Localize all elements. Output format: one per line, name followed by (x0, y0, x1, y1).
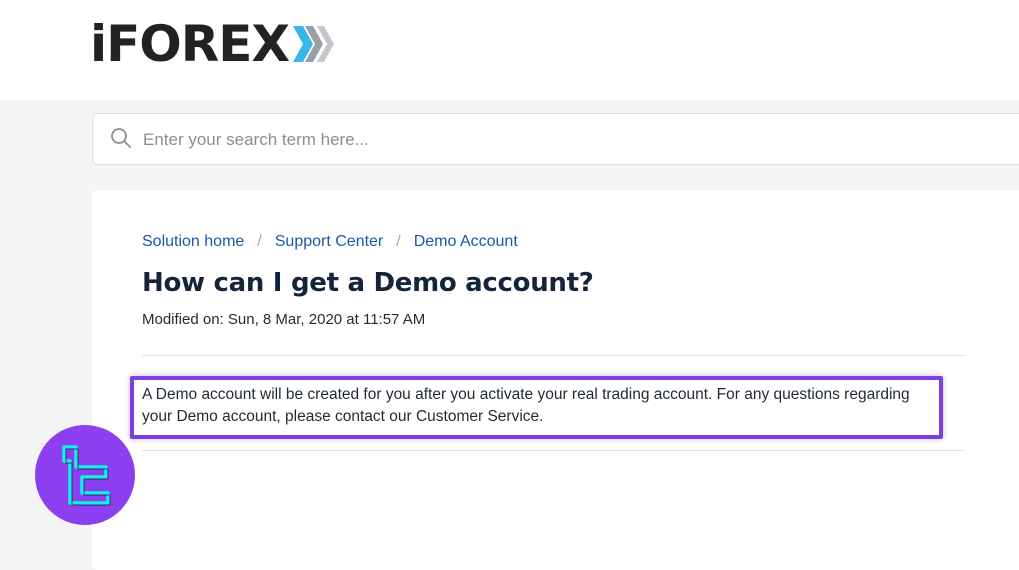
article-title: How can I get a Demo account? (142, 268, 594, 298)
logo-chevrons-icon (293, 26, 335, 62)
breadcrumb: Solution home / Support Center / Demo Ac… (142, 233, 518, 251)
breadcrumb-support-center[interactable]: Support Center (275, 233, 384, 251)
breadcrumb-solution-home[interactable]: Solution home (142, 233, 244, 251)
article-body: A Demo account will be created for you a… (142, 386, 910, 425)
site-header: iFOREX (0, 0, 1019, 100)
iforex-logo[interactable]: iFOREX (90, 15, 335, 73)
article-card: Solution home / Support Center / Demo Ac… (92, 190, 1019, 570)
modified-date: Modified on: Sun, 8 Mar, 2020 at 11:57 A… (142, 311, 426, 328)
breadcrumb-separator: / (257, 233, 262, 250)
breadcrumb-separator: / (396, 233, 401, 250)
tradingfinder-logo (35, 425, 135, 525)
breadcrumb-demo-account[interactable]: Demo Account (414, 233, 518, 251)
search-icon (111, 128, 131, 148)
logo-text: iFOREX (90, 15, 290, 73)
divider (142, 450, 965, 451)
tf-logo-icon (62, 445, 111, 506)
search-bar[interactable] (92, 113, 1019, 165)
search-input[interactable] (143, 124, 1003, 156)
divider (142, 355, 965, 356)
